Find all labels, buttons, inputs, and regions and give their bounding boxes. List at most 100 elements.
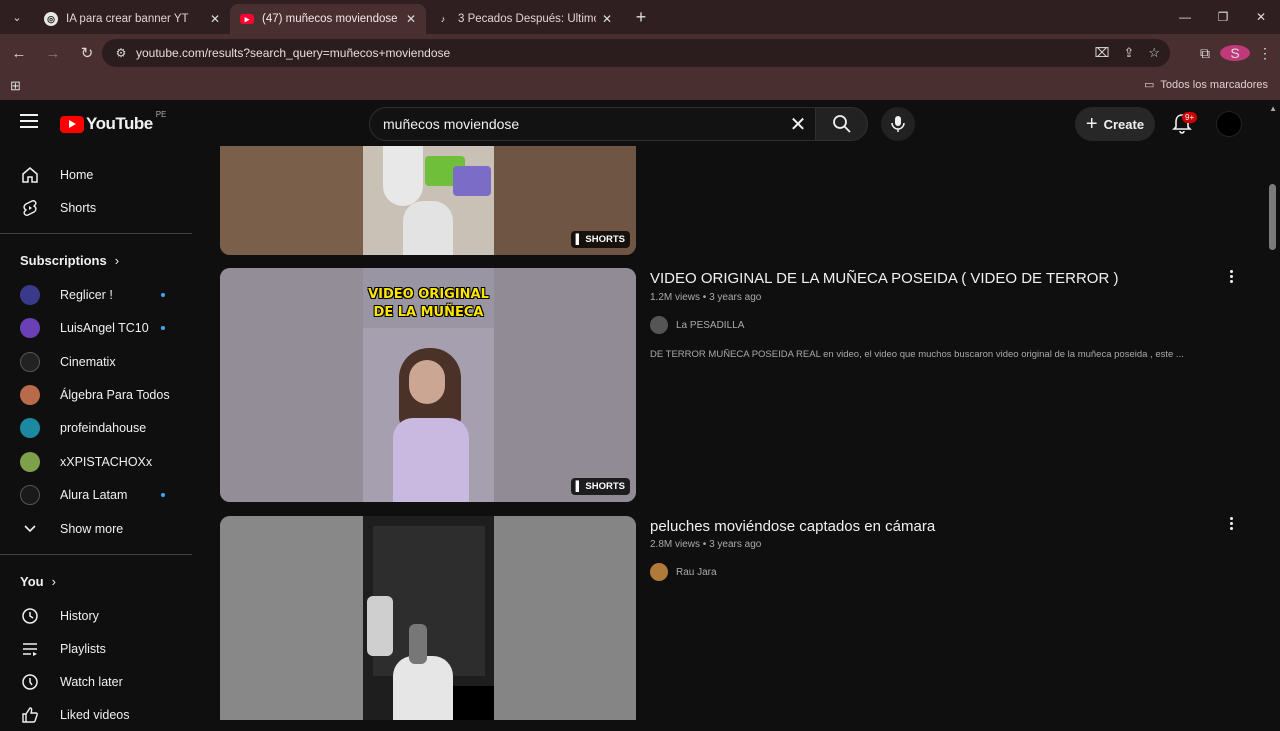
forward-icon[interactable]: → <box>38 38 68 68</box>
voice-search-button[interactable] <box>881 107 915 141</box>
upload-age: 3 years ago <box>709 292 762 303</box>
bookmarks-bar: ⊞ ▭ Todos los marcadores <box>0 72 1280 100</box>
close-tab-icon[interactable]: ✕ <box>210 12 220 26</box>
minimize-icon[interactable]: — <box>1166 0 1204 34</box>
thumbnail-caption: VIDEO ORIGINAL <box>368 287 489 302</box>
close-tab-icon[interactable]: ✕ <box>406 12 416 26</box>
channel-link[interactable]: La PESADILLA <box>650 316 744 334</box>
restore-icon[interactable]: ❐ <box>1204 0 1242 34</box>
sidebar-item-subscription[interactable]: Cinematix <box>0 345 192 378</box>
search-button[interactable] <box>815 107 868 141</box>
chevron-down-icon <box>20 519 40 539</box>
youtube-play-icon <box>60 115 84 133</box>
bookmark-star-icon[interactable]: ☆ <box>1148 45 1160 61</box>
close-tab-icon[interactable]: ✕ <box>602 12 612 26</box>
video-title[interactable]: peluches moviéndose captados en cámara <box>650 518 935 535</box>
browser-tab-bar: ⌄ ◎ IA para crear banner YT ✕ ▸ (47) muñ… <box>0 0 1280 34</box>
sidebar-item-subscription[interactable]: LuisAngel TC10 <box>0 311 192 344</box>
new-tab-button[interactable]: + <box>628 4 654 30</box>
new-content-dot <box>161 325 165 330</box>
new-content-dot <box>161 492 165 497</box>
sidebar-item-subscription[interactable]: Reglicer ! <box>0 278 192 311</box>
new-content-dot <box>161 292 165 297</box>
close-window-icon[interactable]: ✕ <box>1242 0 1280 34</box>
chevron-right-icon: › <box>114 253 120 268</box>
sidebar-item-watch-later[interactable]: Watch later <box>0 665 192 698</box>
notification-count-badge: 9+ <box>1182 112 1198 123</box>
channel-avatar <box>20 417 40 438</box>
channel-name: Rau Jara <box>676 566 717 578</box>
install-icon[interactable]: ⇪ <box>1123 45 1134 61</box>
show-more-button[interactable]: Show more <box>0 512 192 545</box>
sidebar-item-label: Watch later <box>60 674 123 689</box>
more-actions-icon[interactable] <box>1228 270 1234 283</box>
video-thumbnail[interactable]: ▌ SHORTS <box>220 146 636 255</box>
youtube-favicon: ▸ <box>240 14 254 24</box>
video-thumbnail[interactable] <box>220 516 636 720</box>
you-title: You <box>20 574 44 589</box>
url-text[interactable]: youtube.com/results?search_query=muñecos… <box>136 46 450 60</box>
badge-label: SHORTS <box>585 481 625 492</box>
tab-search-chevron-icon[interactable]: ⌄ <box>0 0 34 34</box>
create-button[interactable]: + Create <box>1075 107 1155 141</box>
search-input[interactable]: muñecos moviendose <box>383 116 783 132</box>
profile-avatar[interactable]: S <box>1220 45 1250 61</box>
apps-grid-icon[interactable]: ⊞ <box>10 78 21 94</box>
omnibox[interactable]: ⚙ youtube.com/results?search_query=muñec… <box>102 39 1170 67</box>
browser-tab-3[interactable]: ♪ 3 Pecados Después: Último Edit ✕ <box>426 4 622 34</box>
sidebar-item-subscription[interactable]: Alura Latam <box>0 478 192 511</box>
translate-icon[interactable]: ⌧ <box>1094 45 1109 61</box>
video-thumbnail[interactable]: VIDEO ORIGINAL DE LA MUÑECA ▌ SHORTS <box>220 268 636 502</box>
page-scrollbar[interactable] <box>1269 184 1276 250</box>
search-icon <box>832 115 851 133</box>
video-title[interactable]: VIDEO ORIGINAL DE LA MUÑECA POSEIDA ( VI… <box>650 270 1118 287</box>
sidebar-item-subscription[interactable]: Álgebra Para Todos <box>0 378 192 411</box>
thumbnail-caption: DE LA MUÑECA <box>373 304 484 320</box>
create-label: Create <box>1103 116 1145 132</box>
show-more-label: Show more <box>60 521 124 536</box>
sidebar-item-subscription[interactable]: xXPISTACHOXx <box>0 445 192 478</box>
clear-search-icon[interactable]: ✕ <box>783 112 813 137</box>
thumbnail-image: VIDEO ORIGINAL DE LA MUÑECA <box>363 268 494 502</box>
sidebar: Home Shorts Subscriptions › Reglicer ! L… <box>0 146 192 723</box>
sidebar-item-label: profeindahouse <box>60 420 147 435</box>
channel-avatar <box>20 484 40 505</box>
extensions-icon[interactable]: ⧉ <box>1190 45 1220 62</box>
chatgpt-icon: ◎ <box>44 12 58 26</box>
search-box[interactable]: muñecos moviendose ✕ <box>369 107 815 141</box>
channel-avatar <box>20 384 40 405</box>
all-bookmarks[interactable]: ▭ Todos los marcadores <box>1144 78 1268 92</box>
playlists-icon <box>20 639 40 659</box>
youtube-logo[interactable]: YouTube PE <box>60 110 166 134</box>
tiktok-icon: ♪ <box>440 14 446 24</box>
more-actions-icon[interactable] <box>1228 517 1234 530</box>
sidebar-item-label: Liked videos <box>60 707 130 722</box>
country-code: PE <box>155 110 167 119</box>
sidebar-item-shorts[interactable]: Shorts <box>0 191 192 224</box>
sidebar-item-liked-videos[interactable]: Liked videos <box>0 698 192 731</box>
sidebar-item-home[interactable]: Home <box>0 158 192 191</box>
browser-tab-2[interactable]: ▸ (47) muñecos moviendose - Yo ✕ <box>230 4 426 34</box>
you-heading[interactable]: You › <box>20 574 56 589</box>
account-avatar[interactable] <box>1216 111 1242 137</box>
view-count: 1.2M views <box>650 292 701 303</box>
shorts-badge: ▌ SHORTS <box>570 231 630 248</box>
shorts-icon <box>20 198 40 218</box>
back-icon[interactable]: ← <box>4 38 34 68</box>
browser-menu-icon[interactable]: ⋮ <box>1250 45 1280 62</box>
sidebar-item-playlists[interactable]: Playlists <box>0 632 192 665</box>
site-info-icon[interactable]: ⚙ <box>108 46 134 60</box>
browser-tab-1[interactable]: ◎ IA para crear banner YT ✕ <box>34 4 230 34</box>
logo-wordmark: YouTube <box>86 114 153 133</box>
reload-icon[interactable]: ↻ <box>72 38 102 68</box>
search-results: ▌ SHORTS VIDEO ORIGINAL DE LA MUÑECA ▌ S… <box>220 146 1260 720</box>
menu-icon[interactable] <box>20 114 38 128</box>
sidebar-item-history[interactable]: History <box>0 599 192 632</box>
sidebar-item-label: LuisAngel TC10 <box>60 320 149 335</box>
tab-title: 3 Pecados Después: Último Edit <box>458 13 596 25</box>
channel-link[interactable]: Rau Jara <box>650 563 717 581</box>
upload-age: 3 years ago <box>709 539 762 550</box>
subscriptions-heading[interactable]: Subscriptions › <box>20 253 119 268</box>
sidebar-item-subscription[interactable]: profeindahouse <box>0 411 192 444</box>
video-meta: 1.2M views • 3 years ago <box>650 292 761 303</box>
